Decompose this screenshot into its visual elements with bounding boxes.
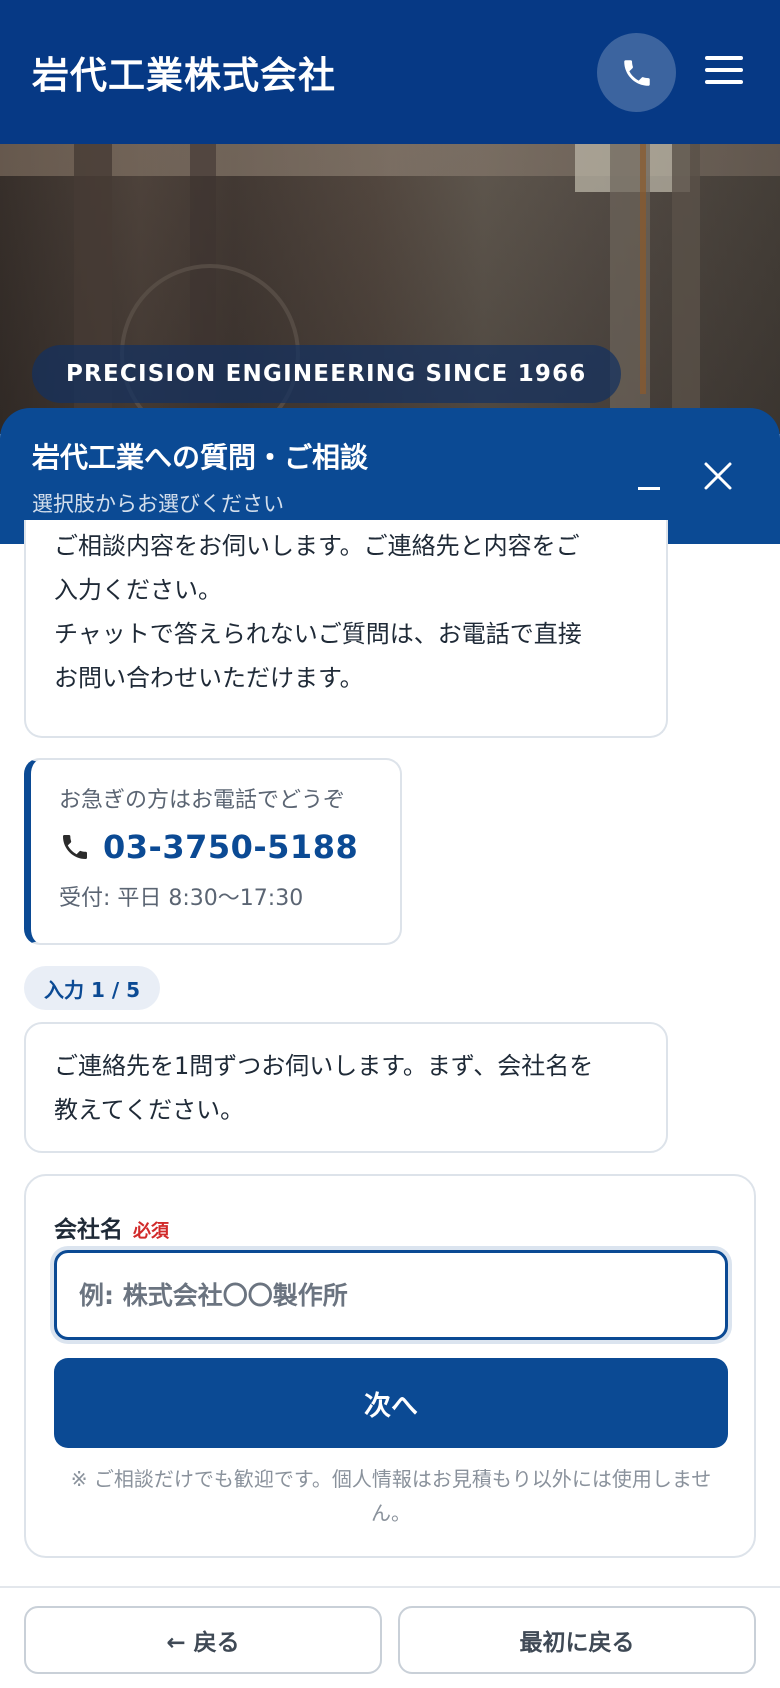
phone-button[interactable] bbox=[597, 33, 676, 112]
phone-hours: 受付: 平日 8:30〜17:30 bbox=[59, 886, 304, 911]
required-badge: 必須 bbox=[133, 1221, 169, 1242]
minimize-icon[interactable] bbox=[636, 475, 662, 501]
restart-button[interactable]: 最初に戻る bbox=[398, 1606, 756, 1674]
hero-tagline: PRECISION ENGINEERING SINCE 1966 bbox=[32, 345, 621, 403]
message-line: 教えてください。 bbox=[54, 1096, 245, 1124]
next-button[interactable]: 次へ bbox=[54, 1358, 728, 1448]
privacy-note: ※ ご相談だけでも歓迎です。個人情報はお見積もり以外には使用しません。 bbox=[70, 1467, 712, 1525]
site-header: 岩代工業株式会社 bbox=[0, 0, 780, 144]
phone-icon bbox=[623, 59, 650, 86]
message-line: ご相談内容をお伺いします。ご連絡先と内容をご bbox=[54, 532, 580, 560]
menu-line bbox=[705, 56, 743, 60]
back-button[interactable]: ← 戻る bbox=[24, 1606, 382, 1674]
message-line: 入力ください。 bbox=[54, 576, 222, 604]
phone-card-label: お急ぎの方はお電話でどうぞ bbox=[59, 788, 346, 813]
phone-icon bbox=[63, 835, 87, 859]
phone-number-link[interactable]: 03-3750-5188 bbox=[103, 828, 358, 866]
message-line: ご連絡先を1問ずつお伺いします。まず、会社名を bbox=[54, 1052, 594, 1080]
company-name-label: 会社名 必須 bbox=[54, 1217, 169, 1243]
bot-message-intro: ご相談内容をお伺いします。ご連絡先と内容をご 入力ください。 チャットで答えられ… bbox=[24, 520, 668, 738]
company-name-input[interactable] bbox=[54, 1250, 728, 1340]
message-line: チャットで答えられないご質問は、お電話で直接 bbox=[54, 620, 582, 648]
bot-message-question: ご連絡先を1問ずつお伺いします。まず、会社名を 教えてください。 bbox=[24, 1022, 668, 1153]
phone-contact-card: お急ぎの方はお電話でどうぞ 03-3750-5188 受付: 平日 8:30〜1… bbox=[24, 758, 402, 945]
chat-footer: ← 戻る 最初に戻る bbox=[0, 1586, 780, 1688]
message-line: お問い合わせいただけます。 bbox=[54, 664, 364, 692]
hamburger-menu-icon[interactable] bbox=[700, 50, 748, 90]
menu-line bbox=[705, 80, 743, 84]
company-name-form: 会社名 必須 次へ ※ ご相談だけでも歓迎です。個人情報はお見積もり以外には使用… bbox=[24, 1174, 756, 1558]
menu-line bbox=[705, 68, 743, 72]
close-icon[interactable] bbox=[702, 460, 734, 492]
site-title[interactable]: 岩代工業株式会社 bbox=[32, 45, 336, 99]
step-badge: 入力 1 / 5 bbox=[24, 966, 161, 1010]
chat-title: 岩代工業への質問・ご相談 bbox=[32, 441, 369, 474]
